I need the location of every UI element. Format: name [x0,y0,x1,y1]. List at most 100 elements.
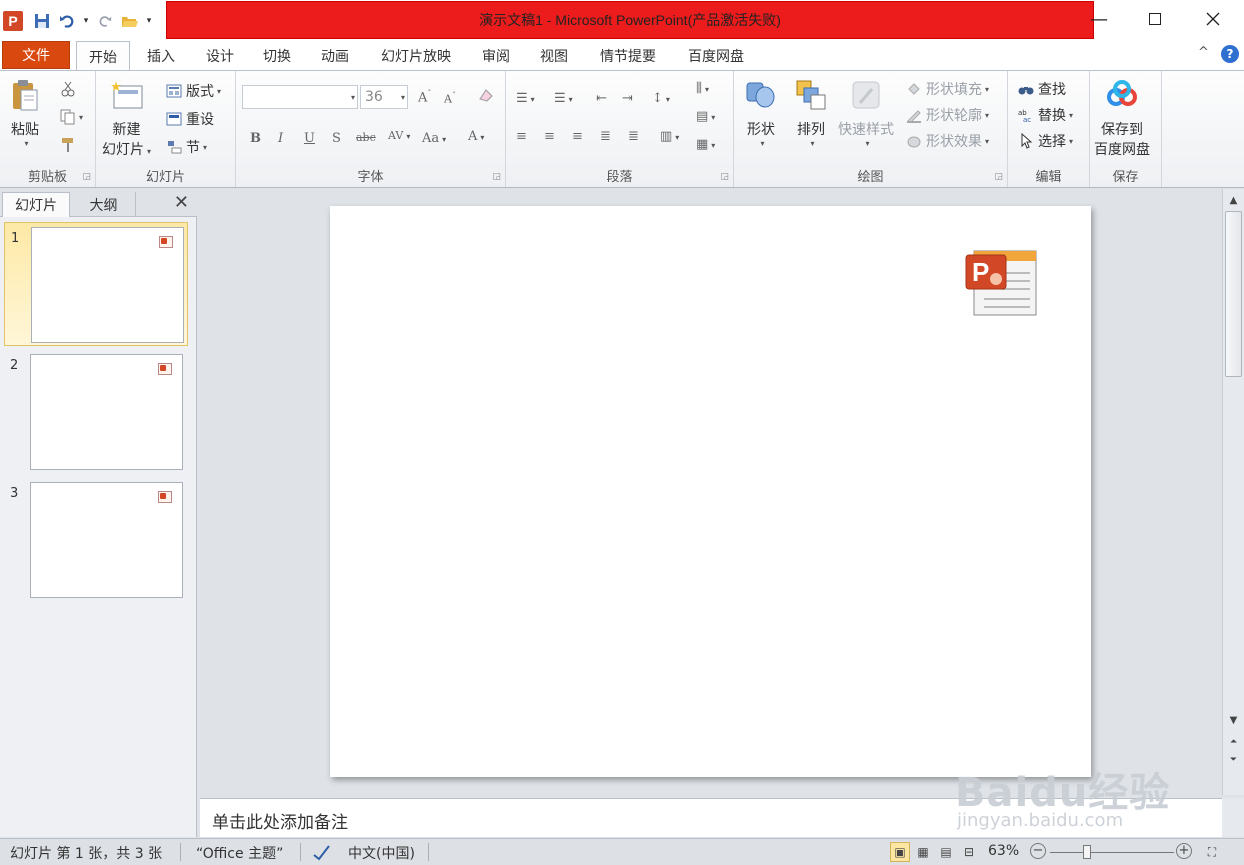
normal-view-icon[interactable]: ▣ [890,842,910,862]
customize-icon[interactable]: ▾ [144,10,154,32]
powerpoint-icon[interactable]: P [3,11,23,31]
tab-animations[interactable]: 动画 [310,41,360,70]
text-direction-icon[interactable]: ⫼ ▾ [696,81,709,96]
scroll-down-icon[interactable]: ▼ [1223,715,1244,726]
quick-styles-button[interactable]: 快速样式 ▾ [838,77,894,148]
vertical-scrollbar[interactable]: ▲ ▼ ⏶ ⏷ [1222,189,1244,795]
collapse-ribbon-icon[interactable]: ^ [1198,45,1209,60]
clear-formatting-icon[interactable] [478,87,494,107]
paragraph-launcher-icon[interactable]: ◲ [720,172,729,182]
distributed-icon[interactable]: ≣ [628,129,639,144]
tab-transitions[interactable]: 切换 [252,41,302,70]
tab-slideshow[interactable]: 幻灯片放映 [372,41,460,70]
tab-view[interactable]: 视图 [530,41,578,70]
slide-thumbnail[interactable]: 3 [4,478,188,602]
zoom-slider-thumb[interactable] [1083,845,1091,859]
notes-scrollbar[interactable] [1222,798,1244,837]
undo-icon[interactable] [56,10,78,32]
select-button[interactable]: 选择 ▾ [1018,131,1073,151]
smartart-icon[interactable]: ▦ ▾ [696,137,715,152]
tab-baidu-netdisk[interactable]: 百度网盘 [678,41,754,70]
font-name-dropdown-icon[interactable]: ▾ [351,93,355,102]
tab-review[interactable]: 审阅 [472,41,520,70]
maximize-icon[interactable] [1126,0,1184,38]
bold-icon[interactable]: B [250,131,261,146]
align-text-icon[interactable]: ▤ ▾ [696,109,715,124]
tab-insert[interactable]: 插入 [136,41,186,70]
scrollbar-thumb[interactable] [1225,211,1242,377]
justify-icon[interactable]: ≣ [600,129,611,144]
shrink-font-icon[interactable]: Aˇ [444,91,456,106]
drawing-launcher-icon[interactable]: ◲ [994,172,1003,182]
find-button[interactable]: 查找 [1018,79,1066,99]
font-launcher-icon[interactable]: ◲ [492,172,501,182]
language-status[interactable]: 中文(中国) [348,843,415,863]
close-icon[interactable] [1184,0,1242,38]
zoom-slider[interactable] [1050,852,1174,853]
fit-to-window-icon[interactable]: ⛶ [1202,842,1222,862]
zoom-in-icon[interactable]: + [1176,843,1192,859]
new-slide-button[interactable]: 新建 幻灯片 ▾ [102,77,151,159]
zoom-out-icon[interactable]: − [1030,843,1046,859]
font-color-icon[interactable]: A ▾ [468,129,484,144]
undo-dropdown-icon[interactable]: ▾ [81,10,91,32]
open-icon[interactable] [119,10,141,32]
underline-icon[interactable]: U [304,131,315,146]
clipboard-launcher-icon[interactable]: ◲ [82,172,91,182]
spell-check-icon[interactable] [312,843,332,865]
italic-icon[interactable]: I [278,131,283,146]
tab-slides[interactable]: 幻灯片 [2,192,70,217]
slideshow-view-icon[interactable]: ⊟ [959,842,979,862]
shape-outline-button[interactable]: 形状轮廓 ▾ [906,105,989,125]
theme-status[interactable]: “Office 主题” [196,843,283,863]
increase-indent-icon[interactable]: ⇥ [622,91,633,106]
scroll-up-icon[interactable]: ▲ [1223,195,1244,206]
shape-fill-button[interactable]: 形状填充 ▾ [906,79,989,99]
change-case-icon[interactable]: Aa ▾ [422,131,446,146]
zoom-level[interactable]: 63% [988,843,1019,859]
previous-slide-icon[interactable]: ⏶ [1223,737,1244,747]
format-painter-icon[interactable] [60,137,76,153]
replace-button[interactable]: ab ac 替换 ▾ [1018,105,1073,125]
columns-icon[interactable]: ▥ ▾ [660,129,679,144]
tab-file[interactable]: 文件 [2,41,70,69]
arrange-button[interactable]: 排列 ▾ [794,77,828,148]
layout-button[interactable]: 版式 ▾ [166,81,221,101]
grow-font-icon[interactable]: Aˆ [418,89,431,105]
next-slide-icon[interactable]: ⏷ [1223,755,1244,765]
save-icon[interactable] [31,10,53,32]
current-slide[interactable]: P [330,206,1091,777]
paste-button[interactable]: 粘贴 ▾ [8,77,42,148]
bullets-icon[interactable]: ☰ ▾ [516,91,535,106]
decrease-indent-icon[interactable]: ⇤ [596,91,607,106]
paste-dropdown-icon[interactable]: ▾ [24,139,28,148]
strikethrough-icon[interactable]: abc [356,131,376,144]
align-right-icon[interactable]: ≡ [572,129,583,144]
powerpoint-logo-image[interactable]: P [964,245,1040,319]
tab-design[interactable]: 设计 [195,41,245,70]
shape-effects-button[interactable]: 形状效果 ▾ [906,131,989,151]
font-name-select[interactable] [242,85,358,109]
minimize-icon[interactable]: — [1070,0,1128,38]
help-icon[interactable]: ? [1221,45,1239,63]
copy-icon[interactable]: ▾ [60,109,83,125]
section-button[interactable]: 节 ▾ [166,137,207,157]
slide-thumbnail[interactable]: 1 [4,222,188,346]
cut-icon[interactable] [60,81,76,97]
font-size-dropdown-icon[interactable]: ▾ [401,93,405,102]
slide-sorter-icon[interactable]: ▦ [913,842,933,862]
shadow-icon[interactable]: S [332,131,341,146]
close-pane-icon[interactable]: ✕ [174,192,189,213]
tab-storyboard[interactable]: 情节提要 [590,41,666,70]
shapes-button[interactable]: 形状 ▾ [744,77,778,148]
save-to-baidu-button[interactable]: 保存到 百度网盘 [1094,77,1150,159]
redo-icon[interactable] [94,10,116,32]
align-left-icon[interactable]: ≡ [516,129,527,144]
align-center-icon[interactable]: ≡ [544,129,555,144]
char-spacing-icon[interactable]: AV ▾ [388,129,410,142]
numbering-icon[interactable]: ☰ ▾ [554,91,573,106]
tab-outline[interactable]: 大纲 [72,192,136,217]
reset-button[interactable]: 重设 [166,109,214,129]
slide-thumbnail[interactable]: 2 [4,350,188,474]
tab-home[interactable]: 开始 [76,41,130,71]
